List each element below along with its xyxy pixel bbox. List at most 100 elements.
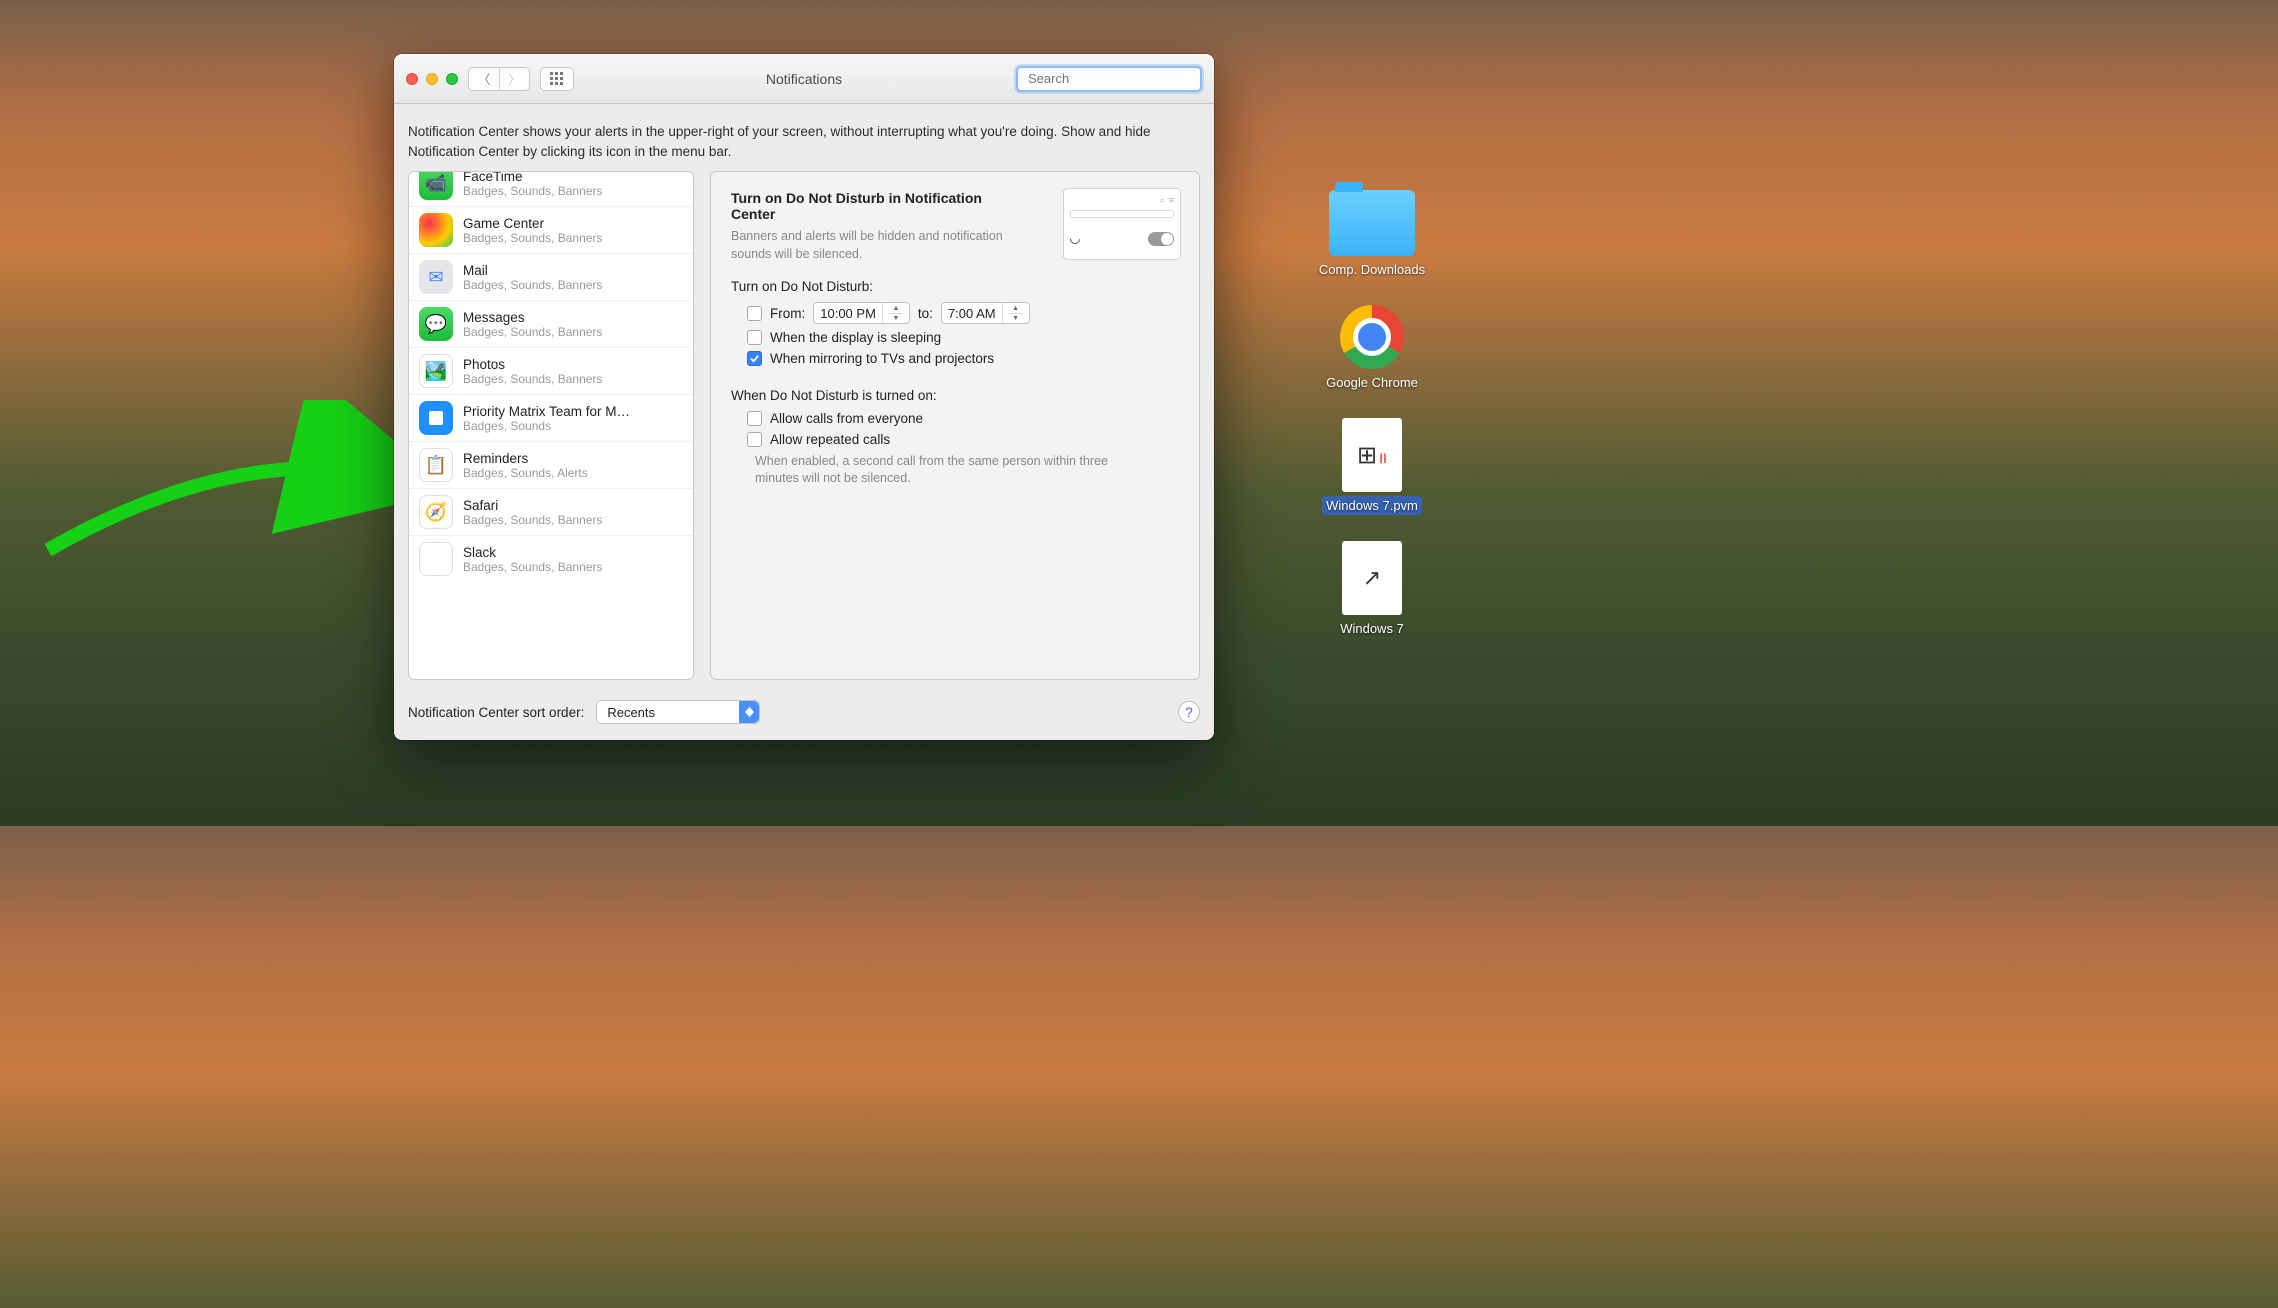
messages-icon: 💬 [419,307,453,341]
app-name: Photos [463,357,602,372]
time-to-value: 7:00 AM [942,306,1002,321]
repeated-hint: When enabled, a second call from the sam… [755,453,1115,487]
mail-icon: ✉︎ [419,260,453,294]
desktop-chrome-label: Google Chrome [1322,373,1422,392]
slack-icon: # [419,542,453,576]
pane-description: Notification Center shows your alerts in… [394,104,1214,171]
back-button[interactable]: 〈 [469,68,499,90]
grid-icon [550,72,564,86]
app-name: Messages [463,310,602,325]
app-row-photos[interactable]: 🏞️ PhotosBadges, Sounds, Banners [409,348,693,395]
display-sleeping-label: When the display is sleeping [770,330,941,345]
schedule-heading: Turn on Do Not Disturb: [731,279,1179,294]
safari-icon: 🧭 [419,495,453,529]
allow-everyone-checkbox[interactable] [747,411,762,426]
from-label: From: [770,306,805,321]
time-from-field[interactable]: 10:00 PM ▲▼ [813,302,910,324]
pvm-file-icon: ⊞II [1342,418,1402,492]
gamecenter-icon [419,213,453,247]
chrome-icon [1340,305,1404,369]
desktop-win7-label: Windows 7 [1336,619,1408,638]
desktop-folder-label: Comp. Downloads [1315,260,1429,279]
app-sub: Badges, Sounds, Banners [463,325,602,339]
app-row-gamecenter[interactable]: Game CenterBadges, Sounds, Banners [409,207,693,254]
moon-icon [1068,232,1082,246]
allow-everyone-label: Allow calls from everyone [770,411,923,426]
time-to-stepper[interactable]: ▲▼ [1002,303,1029,323]
app-row-safari[interactable]: 🧭 SafariBadges, Sounds, Banners [409,489,693,536]
chevron-updown-icon [739,701,759,723]
search-field-wrap[interactable] [1016,66,1202,92]
to-label: to: [918,306,933,321]
close-button[interactable] [406,73,418,85]
mirroring-checkbox[interactable] [747,351,762,366]
desktop-icons: Comp. Downloads Google Chrome ⊞II Window… [1292,190,1452,638]
time-from-stepper[interactable]: ▲▼ [882,303,909,323]
app-list[interactable]: 📹 FaceTimeBadges, Sounds, Banners Game C… [408,171,694,680]
allow-repeated-checkbox[interactable] [747,432,762,447]
app-row-reminders[interactable]: 📋 RemindersBadges, Sounds, Alerts [409,442,693,489]
desktop-folder[interactable]: Comp. Downloads [1292,190,1452,279]
app-row-facetime[interactable]: 📹 FaceTimeBadges, Sounds, Banners [409,171,693,207]
app-name: FaceTime [463,171,602,184]
shortcut-file-icon: ↗ [1342,541,1402,615]
mirroring-label: When mirroring to TVs and projectors [770,351,994,366]
desktop-chrome[interactable]: Google Chrome [1292,305,1452,392]
schedule-checkbox[interactable] [747,306,762,321]
desktop-pvm-label: Windows 7.pvm [1322,496,1422,515]
desktop-win7[interactable]: ↗ Windows 7 [1292,541,1452,638]
search-icon: ⌕ [1160,195,1165,206]
dnd-panel: ⌕≡ Turn on Do Not Disturb in Notificatio… [710,171,1200,680]
app-name: Mail [463,263,602,278]
app-row-slack[interactable]: # SlackBadges, Sounds, Banners [409,536,693,582]
notification-center-preview: ⌕≡ [1063,188,1181,260]
sort-order-label: Notification Center sort order: [408,705,584,720]
app-sub: Badges, Sounds, Banners [463,513,602,527]
search-input[interactable] [1028,71,1204,86]
desktop-pvm[interactable]: ⊞II Windows 7.pvm [1292,418,1452,515]
app-sub: Badges, Sounds, Banners [463,560,602,574]
nav-back-forward: 〈 〉 [468,67,530,91]
app-name: Slack [463,545,602,560]
facetime-icon: 📹 [419,171,453,200]
minimize-button[interactable] [426,73,438,85]
forward-button[interactable]: 〉 [499,68,529,90]
pane-footer: Notification Center sort order: Recents … [394,692,1214,740]
folder-icon [1329,190,1415,256]
app-sub: Badges, Sounds, Banners [463,184,602,198]
sort-order-select[interactable]: Recents [596,700,760,724]
when-on-heading: When Do Not Disturb is turned on: [731,388,1179,403]
app-sub: Badges, Sounds, Banners [463,372,602,386]
app-name: Reminders [463,451,588,466]
prioritymatrix-icon [419,401,453,435]
app-name: Priority Matrix Team for M… [463,404,630,419]
time-to-field[interactable]: 7:00 AM ▲▼ [941,302,1030,324]
preferences-window: 〈 〉 Notifications Notification Center sh… [394,54,1214,740]
display-sleeping-checkbox[interactable] [747,330,762,345]
pane-body: 📹 FaceTimeBadges, Sounds, Banners Game C… [394,171,1214,692]
help-button[interactable]: ? [1178,701,1200,723]
window-controls [406,73,458,85]
toggle-icon [1148,232,1174,246]
reminders-icon: 📋 [419,448,453,482]
app-sub: Badges, Sounds, Banners [463,231,602,245]
time-from-value: 10:00 PM [814,306,882,321]
app-row-mail[interactable]: ✉︎ MailBadges, Sounds, Banners [409,254,693,301]
show-all-button[interactable] [540,67,574,91]
dnd-subtitle: Banners and alerts will be hidden and no… [731,228,1021,263]
app-sub: Badges, Sounds, Alerts [463,466,588,480]
list-icon: ≡ [1169,195,1174,206]
app-name: Safari [463,498,602,513]
zoom-button[interactable] [446,73,458,85]
window-titlebar: 〈 〉 Notifications [394,54,1214,104]
dnd-title: Turn on Do Not Disturb in Notification C… [731,190,1021,222]
app-row-prioritymatrix[interactable]: Priority Matrix Team for M…Badges, Sound… [409,395,693,442]
allow-repeated-label: Allow repeated calls [770,432,890,447]
app-row-messages[interactable]: 💬 MessagesBadges, Sounds, Banners [409,301,693,348]
app-sub: Badges, Sounds, Banners [463,278,602,292]
app-name: Game Center [463,216,602,231]
photos-icon: 🏞️ [419,354,453,388]
sort-order-value: Recents [597,705,739,720]
annotation-arrow [40,400,420,580]
app-sub: Badges, Sounds [463,419,630,433]
